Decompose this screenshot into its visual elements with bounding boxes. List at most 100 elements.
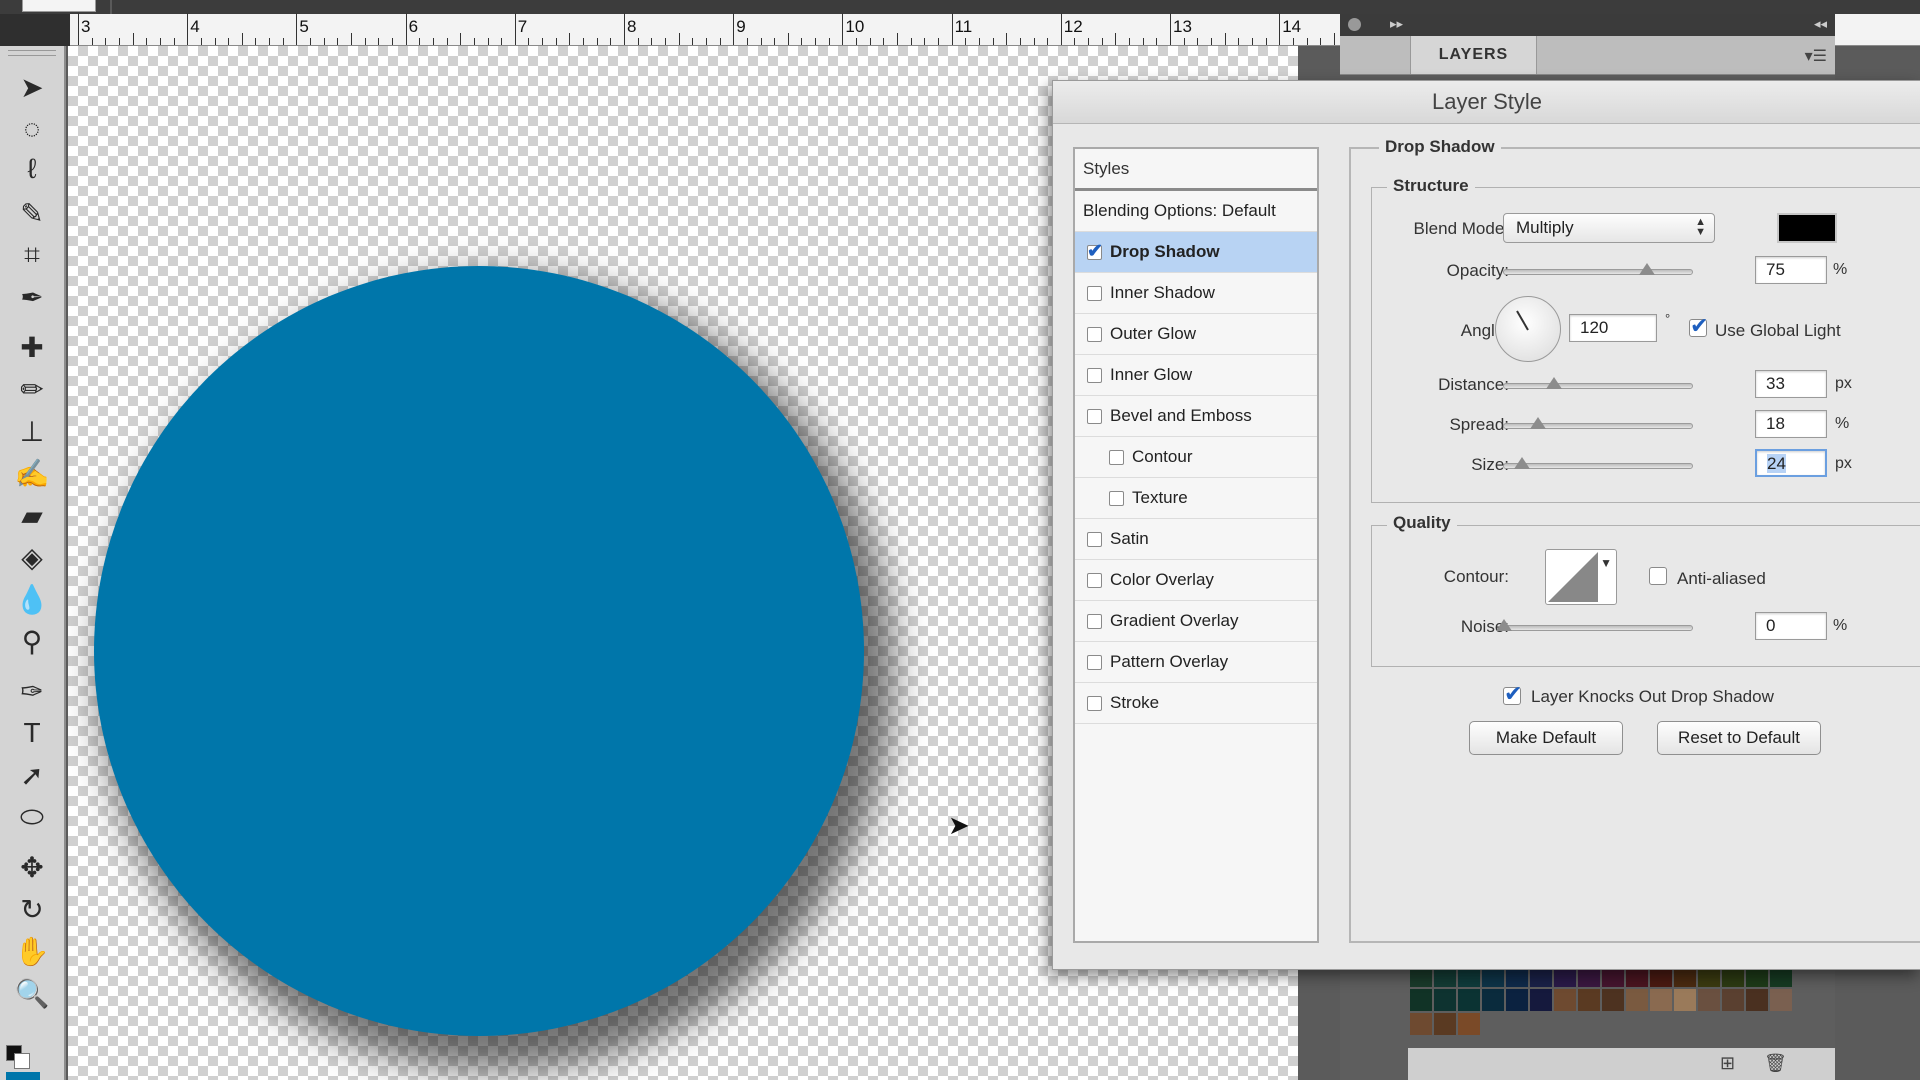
- contour-checkbox[interactable]: [1109, 449, 1124, 465]
- tools-panel-grip[interactable]: [8, 50, 56, 56]
- texture-checkbox[interactable]: [1109, 490, 1124, 506]
- opacity-input[interactable]: 75: [1755, 256, 1827, 284]
- style-item-outer-glow[interactable]: Outer Glow: [1075, 314, 1317, 355]
- use-global-light-checkbox[interactable]: [1689, 313, 1708, 339]
- swatches-grid[interactable]: [1410, 965, 1795, 1047]
- swatch-cell[interactable]: [1722, 989, 1744, 1011]
- swatch-cell[interactable]: [1626, 989, 1648, 1011]
- path-selection-icon[interactable]: ➚: [12, 758, 52, 792]
- gradient-overlay-checkbox[interactable]: [1087, 613, 1102, 629]
- quick-selection-icon[interactable]: ✎: [12, 196, 52, 230]
- dodge-icon[interactable]: ⚲: [12, 624, 52, 658]
- style-item-texture[interactable]: Texture: [1075, 478, 1317, 519]
- brush-icon[interactable]: ✏: [12, 372, 52, 406]
- shadow-color-swatch[interactable]: [1777, 213, 1837, 243]
- opacity-slider[interactable]: [1503, 263, 1693, 275]
- eyedropper-icon[interactable]: ✒: [12, 280, 52, 314]
- paint-bucket-icon[interactable]: ◈: [12, 540, 52, 574]
- swatch-cell[interactable]: [1434, 1013, 1456, 1035]
- anti-aliased-label[interactable]: Anti-aliased: [1677, 569, 1766, 589]
- style-item-pattern-overlay[interactable]: Pattern Overlay: [1075, 642, 1317, 683]
- styles-header[interactable]: Styles: [1075, 149, 1317, 191]
- collapse-arrows-icon[interactable]: ◂◂: [1814, 16, 1827, 32]
- panel-menu-icon[interactable]: ▾☰: [1805, 46, 1827, 66]
- noise-input[interactable]: 0: [1755, 612, 1827, 640]
- outer-glow-checkbox[interactable]: [1087, 326, 1102, 342]
- size-input[interactable]: 24: [1755, 449, 1827, 477]
- 3d-rotate-icon[interactable]: ✥: [12, 850, 52, 884]
- lasso-icon[interactable]: ℓ: [12, 152, 52, 186]
- elliptical-marquee-icon[interactable]: ◌: [12, 112, 52, 146]
- inner-shadow-checkbox[interactable]: [1087, 285, 1102, 301]
- noise-slider[interactable]: [1496, 619, 1693, 631]
- style-item-drop-shadow[interactable]: Drop Shadow: [1075, 232, 1317, 273]
- pattern-overlay-checkbox[interactable]: [1087, 654, 1102, 670]
- size-slider-knob[interactable]: [1514, 457, 1531, 469]
- contour-dropdown-icon[interactable]: ▼: [1600, 556, 1612, 570]
- angle-input[interactable]: 120: [1569, 314, 1657, 342]
- style-item-gradient-overlay[interactable]: Gradient Overlay: [1075, 601, 1317, 642]
- opacity-slider-knob[interactable]: [1638, 263, 1655, 275]
- style-item-inner-shadow[interactable]: Inner Shadow: [1075, 273, 1317, 314]
- swatch-cell[interactable]: [1506, 989, 1528, 1011]
- swatch-cell[interactable]: [1698, 989, 1720, 1011]
- swatch-cell[interactable]: [1650, 989, 1672, 1011]
- background-color-swatch[interactable]: [14, 1053, 30, 1069]
- angle-dial[interactable]: [1495, 296, 1561, 362]
- move-tool-icon[interactable]: ➤: [12, 70, 52, 104]
- healing-brush-icon[interactable]: ✚: [12, 330, 52, 364]
- swatch-cell[interactable]: [1746, 989, 1768, 1011]
- stroke-checkbox[interactable]: [1087, 695, 1102, 711]
- distance-slider-knob[interactable]: [1546, 377, 1563, 389]
- style-item-color-overlay[interactable]: Color Overlay: [1075, 560, 1317, 601]
- style-item-satin[interactable]: Satin: [1075, 519, 1317, 560]
- options-field[interactable]: [22, 0, 96, 12]
- anti-aliased-checkbox[interactable]: [1649, 567, 1667, 585]
- eraser-icon[interactable]: ▰: [12, 498, 52, 532]
- swatch-cell[interactable]: [1458, 989, 1480, 1011]
- swatch-cell[interactable]: [1578, 989, 1600, 1011]
- new-layer-icon[interactable]: ⊞: [1720, 1053, 1735, 1074]
- swatch-cell[interactable]: [1458, 1013, 1480, 1035]
- swatch-cell[interactable]: [1770, 989, 1792, 1011]
- blending-options-item[interactable]: Blending Options: Default: [1075, 191, 1317, 232]
- swatch-cell[interactable]: [1482, 989, 1504, 1011]
- pen-icon[interactable]: ✑: [12, 674, 52, 708]
- knockout-checkbox[interactable]: [1503, 681, 1522, 707]
- bevel-and-emboss-checkbox[interactable]: [1087, 408, 1102, 424]
- contour-picker[interactable]: ▼: [1545, 549, 1617, 605]
- expand-arrows-icon[interactable]: ▸▸: [1390, 16, 1403, 32]
- spread-slider-knob[interactable]: [1530, 417, 1547, 429]
- history-brush-icon[interactable]: ✍: [12, 456, 52, 490]
- reset-to-default-button[interactable]: Reset to Default: [1657, 721, 1821, 755]
- style-item-bevel-and-emboss[interactable]: Bevel and Emboss: [1075, 396, 1317, 437]
- satin-checkbox[interactable]: [1087, 531, 1102, 547]
- zoom-icon[interactable]: 🔍: [12, 976, 52, 1010]
- make-default-button[interactable]: Make Default: [1469, 721, 1623, 755]
- 3d-orbit-icon[interactable]: ↻: [12, 892, 52, 926]
- type-icon[interactable]: T: [12, 716, 52, 750]
- blend-mode-select[interactable]: Multiply ▲ ▼: [1503, 213, 1715, 243]
- panel-close-icon[interactable]: [1348, 18, 1361, 31]
- dialog-title[interactable]: Layer Style: [1053, 81, 1920, 124]
- size-slider[interactable]: [1503, 457, 1693, 469]
- distance-slider[interactable]: [1503, 377, 1693, 389]
- style-item-inner-glow[interactable]: Inner Glow: [1075, 355, 1317, 396]
- style-item-stroke[interactable]: Stroke: [1075, 683, 1317, 724]
- style-item-contour[interactable]: Contour: [1075, 437, 1317, 478]
- tab-layers[interactable]: LAYERS: [1410, 36, 1537, 74]
- swatch-cell[interactable]: [1674, 989, 1696, 1011]
- swatch-cell[interactable]: [1554, 989, 1576, 1011]
- ellipse-shape-icon[interactable]: ⬭: [12, 800, 52, 834]
- noise-slider-knob[interactable]: [1496, 619, 1512, 631]
- distance-input[interactable]: 33: [1755, 370, 1827, 398]
- trash-icon[interactable]: 🗑: [1764, 1053, 1787, 1074]
- use-global-light-label[interactable]: Use Global Light: [1715, 321, 1841, 341]
- swatch-cell[interactable]: [1602, 989, 1624, 1011]
- swatch-cell[interactable]: [1530, 989, 1552, 1011]
- swatch-cell[interactable]: [1410, 1013, 1432, 1035]
- swatch-cell[interactable]: [1410, 989, 1432, 1011]
- drop-shadow-checkbox[interactable]: [1087, 240, 1103, 263]
- blue-circle-shape[interactable]: [94, 266, 864, 1036]
- swatch-cell[interactable]: [1434, 989, 1456, 1011]
